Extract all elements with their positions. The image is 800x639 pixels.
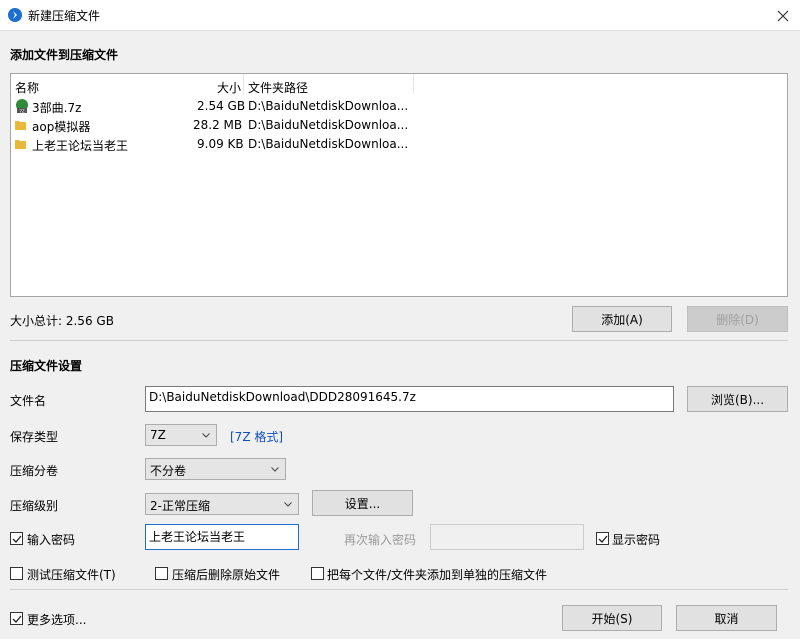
level-value: 2-正常压缩 [150, 499, 210, 513]
reenter-password-label: 再次输入密码 [344, 533, 417, 547]
list-item[interactable]: 7Z 3部曲.7z 2.54 GB D:\BaiduNetdiskDownloa… [11, 97, 787, 116]
reenter-password-input[interactable] [430, 524, 584, 550]
test-archive-checkbox[interactable] [10, 567, 23, 580]
settings-section-title: 压缩文件设置 [10, 359, 83, 373]
file-size: 9.09 KB [197, 137, 244, 151]
split-label: 压缩分卷 [10, 464, 59, 478]
file-size: 28.2 MB [193, 118, 243, 132]
file-path: D:\BaiduNetdiskDownloa... [248, 118, 409, 132]
file-size: 2.54 GB [197, 99, 246, 113]
svg-text:7Z: 7Z [19, 109, 25, 114]
chevron-down-icon [284, 502, 292, 507]
chevron-down-icon [271, 467, 279, 472]
list-item[interactable]: aop模拟器 28.2 MB D:\BaiduNetdiskDownloa... [11, 116, 787, 135]
file-name: aop模拟器 [32, 120, 91, 134]
save-type-select[interactable]: 7Z [145, 424, 217, 446]
delete-after-checkbox[interactable] [155, 567, 168, 580]
column-header-name[interactable]: 名称 [15, 79, 39, 96]
folder-icon [15, 119, 29, 133]
show-password-label: 显示密码 [612, 533, 661, 547]
start-button[interactable]: 开始(S) [562, 605, 662, 631]
app-logo-icon [8, 8, 22, 22]
title-bar: 新建压缩文件 [0, 0, 800, 31]
7z-archive-icon: 7Z [15, 99, 29, 114]
delete-button[interactable]: 删除(D) [687, 306, 788, 332]
password-input[interactable]: 上老王论坛当老王 [145, 524, 299, 550]
divider [10, 340, 788, 341]
column-divider [243, 74, 244, 94]
window-title: 新建压缩文件 [28, 9, 101, 23]
browse-button[interactable]: 浏览(B)... [687, 386, 788, 412]
save-type-label: 保存类型 [10, 430, 59, 444]
add-button[interactable]: 添加(A) [572, 306, 672, 332]
checkmark-icon [12, 535, 22, 543]
chevron-down-icon [202, 433, 210, 438]
split-value: 不分卷 [150, 464, 187, 478]
test-archive-label: 测试压缩文件(T) [27, 568, 116, 582]
column-header-path[interactable]: 文件夹路径 [248, 79, 308, 96]
add-files-section-title: 添加文件到压缩文件 [10, 48, 119, 62]
each-file-checkbox[interactable] [311, 567, 324, 580]
show-password-checkbox[interactable] [596, 532, 609, 545]
column-header-size[interactable]: 大小 [217, 79, 241, 96]
file-path: D:\BaiduNetdiskDownloa... [248, 137, 409, 151]
delete-after-label: 压缩后删除原始文件 [172, 568, 281, 582]
folder-icon [15, 138, 29, 152]
close-button[interactable] [768, 2, 798, 29]
level-label: 压缩级别 [10, 499, 59, 513]
close-icon [777, 10, 789, 22]
more-options-checkbox[interactable] [10, 612, 23, 625]
file-name: 3部曲.7z [32, 101, 82, 115]
total-size-label: 大小总计: 2.56 GB [10, 314, 114, 328]
checkmark-icon [598, 535, 608, 543]
filename-input[interactable]: D:\BaiduNetdiskDownload\DDD28091645.7z [145, 386, 674, 412]
format-link[interactable]: [7Z 格式] [230, 428, 283, 445]
filename-label: 文件名 [10, 394, 47, 408]
level-select[interactable]: 2-正常压缩 [145, 493, 299, 515]
column-divider [413, 74, 414, 94]
password-checkbox[interactable] [10, 532, 23, 545]
settings-button[interactable]: 设置... [312, 490, 413, 516]
save-type-value: 7Z [150, 428, 166, 442]
file-path: D:\BaiduNetdiskDownloa... [248, 99, 409, 113]
divider [10, 589, 788, 590]
list-item[interactable]: 上老王论坛当老王 9.09 KB D:\BaiduNetdiskDownloa.… [11, 135, 787, 154]
file-list[interactable]: 名称 大小 文件夹路径 7Z 3部曲.7z 2.54 GB D:\BaiduNe… [10, 73, 788, 297]
each-file-label: 把每个文件/文件夹添加到单独的压缩文件 [327, 568, 548, 582]
password-label: 输入密码 [27, 533, 76, 547]
more-options-label[interactable]: 更多选项... [27, 611, 86, 628]
cancel-button[interactable]: 取消 [676, 605, 777, 631]
file-name: 上老王论坛当老王 [32, 139, 129, 153]
split-select[interactable]: 不分卷 [145, 458, 286, 480]
checkmark-icon [12, 615, 22, 623]
